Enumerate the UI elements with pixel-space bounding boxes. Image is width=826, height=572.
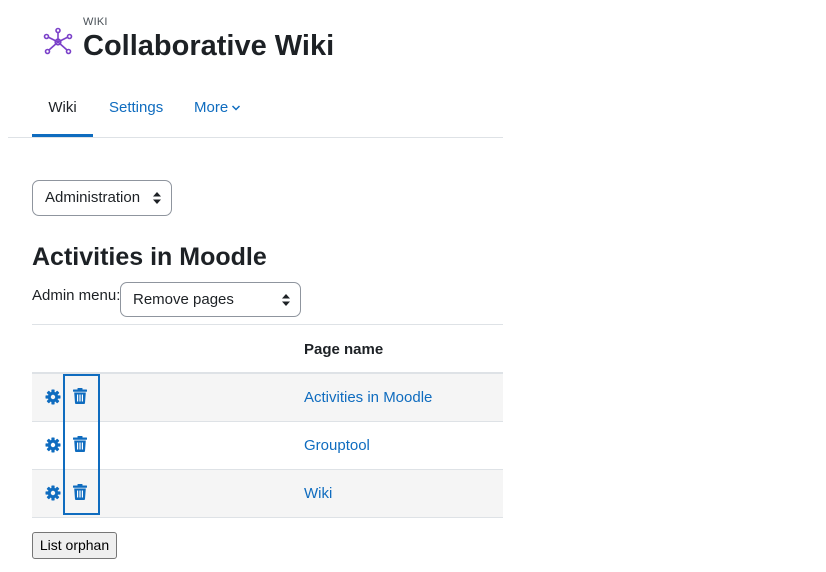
sort-caret-icon [282, 294, 290, 306]
trash-icon[interactable] [73, 484, 87, 500]
tab-settings-label: Settings [109, 99, 164, 116]
gear-icon[interactable] [45, 485, 61, 501]
table-header: Page name [32, 324, 503, 374]
list-orphan-button[interactable]: List orphan [32, 532, 117, 559]
table-row: Wiki [32, 470, 503, 518]
administration-select[interactable]: Administration [32, 180, 172, 216]
chevron-down-icon [232, 105, 241, 111]
admin-menu-select[interactable]: Remove pages [120, 282, 301, 317]
admin-menu-label: Admin menu: [32, 287, 121, 304]
page-link[interactable]: Activities in Moodle [304, 389, 432, 406]
trash-icon[interactable] [73, 388, 87, 404]
tab-wiki[interactable]: Wiki [32, 86, 93, 137]
section-title: Activities in Moodle [32, 243, 267, 271]
admin-menu-select-value: Remove pages [133, 291, 234, 308]
trash-icon[interactable] [73, 436, 87, 452]
gear-icon[interactable] [45, 437, 61, 453]
tab-wiki-label: Wiki [48, 99, 77, 116]
tab-more-label: More [194, 99, 229, 116]
page-name-column-header: Page name [304, 341, 384, 358]
page-title: Collaborative Wiki [83, 30, 335, 62]
sort-caret-icon [153, 192, 161, 204]
pages-table: Page name Activities in Moodle Grouptool… [32, 324, 503, 518]
tab-more[interactable]: More [194, 86, 241, 134]
secondary-navigation: Wiki Settings More [8, 86, 503, 138]
page-link[interactable]: Wiki [304, 485, 332, 502]
gear-icon[interactable] [45, 389, 61, 405]
administration-select-value: Administration [45, 189, 141, 206]
page-link[interactable]: Grouptool [304, 437, 370, 454]
tab-settings[interactable]: Settings [109, 86, 163, 134]
wiki-network-icon [43, 27, 73, 55]
module-type-label: WIKI [83, 16, 108, 28]
table-row: Grouptool [32, 422, 503, 470]
table-row: Activities in Moodle [32, 374, 503, 422]
